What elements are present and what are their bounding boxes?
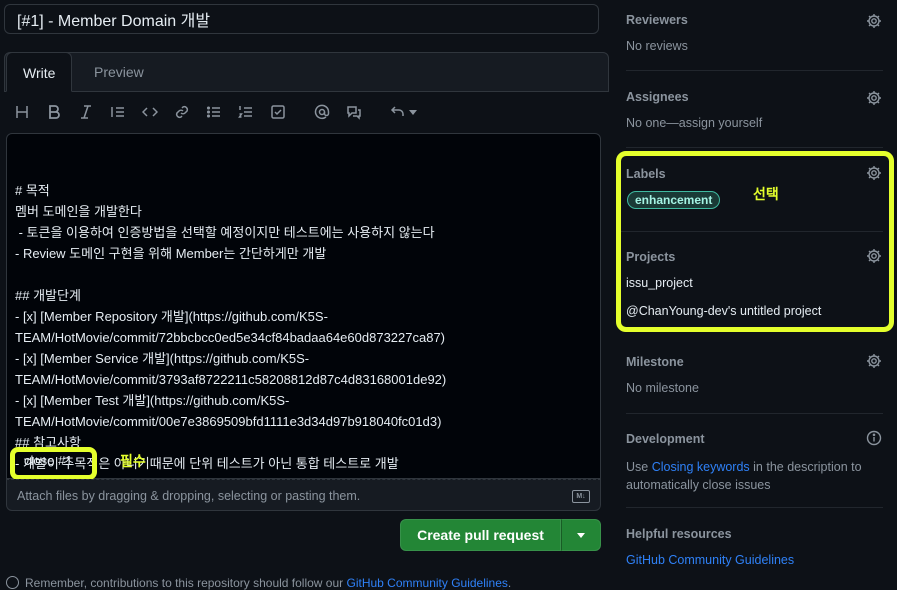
ordered-list-icon[interactable] [234,100,258,124]
sidebar-divider [626,70,883,71]
body-line: TEAM/HotMovie/commit/00e7e3869509bfd1111… [15,414,442,429]
link-icon[interactable] [170,100,194,124]
labels-heading: Labels [626,167,666,181]
chevron-down-icon [408,109,417,115]
info-icon [6,576,19,589]
annotation-required: 필수 [120,453,146,469]
milestone-heading: Milestone [626,355,684,369]
labels-gear-icon[interactable] [866,165,882,181]
sidebar-divider [626,147,883,148]
body-line: - [x] [Member Repository 개발](https://git… [15,309,328,324]
assignees-gear-icon[interactable] [866,90,882,106]
assignees-heading: Assignees [626,90,689,104]
undo-icon[interactable] [386,100,420,124]
sidebar-divider [621,231,883,232]
attach-files-bar[interactable]: Attach files by dragging & dropping, sel… [6,479,601,511]
mention-icon[interactable] [310,100,334,124]
markdown-toolbar [10,100,428,124]
community-guidelines-link[interactable]: GitHub Community Guidelines [626,553,794,567]
sidebar-divider [626,413,883,414]
quote-icon[interactable] [106,100,130,124]
sidebar-divider [626,507,883,508]
italic-icon[interactable] [74,100,98,124]
body-line: 멤버 도메인을 개발한다 [15,204,142,219]
development-text: Use Closing keywords in the description … [626,458,884,494]
task-list-icon[interactable] [266,100,290,124]
annotation-select: 선택 [753,186,779,202]
body-textarea[interactable]: # 목적멤버 도메인을 개발한다 - 토큰을 이용하여 인증방법을 선택할 예정… [6,133,601,479]
code-icon[interactable] [138,100,162,124]
reviewers-value: No reviews [626,39,688,53]
body-line: # 목적 [15,183,50,198]
project-item[interactable]: issu_project [626,276,693,290]
body-line: - 토큰을 이용하여 인증방법을 선택할 예정이지만 테스트에는 사용하지 않는… [15,225,435,240]
close-issue-line: close #1 [24,453,73,468]
projects-heading: Projects [626,250,676,264]
attach-hint: Attach files by dragging & dropping, sel… [17,489,361,503]
milestone-value: No milestone [626,381,699,395]
body-line: TEAM/HotMovie/commit/3793af8722211c58208… [15,372,447,387]
footer-note: Remember, contributions to this reposito… [6,576,511,590]
milestone-gear-icon[interactable] [866,353,882,369]
helpful-resources-heading: Helpful resources [626,527,732,541]
bold-icon[interactable] [42,100,66,124]
assignees-value[interactable]: No one—assign yourself [626,116,762,130]
project-item[interactable]: @ChanYoung-dev's untitled project [626,304,821,318]
body-line: - [x] [Member Service 개발](https://github… [15,351,310,366]
body-line [15,264,592,285]
body-line: - 개발이 주목적은 아니기때문에 단위 테스트가 아닌 통합 테스트로 개발 [15,456,399,471]
footer-guidelines-link[interactable]: GitHub Community Guidelines [347,576,508,590]
closing-keywords-link[interactable]: Closing keywords [652,460,750,474]
projects-gear-icon[interactable] [866,248,882,264]
footer-suffix: . [507,576,512,590]
body-line: TEAM/HotMovie/commit/72bbcbcc0ed5e34cf84… [15,330,446,345]
tab-write[interactable]: Write [6,52,73,92]
create-pull-request-button[interactable]: Create pull request [400,519,561,551]
label-enhancement[interactable]: enhancement [627,191,721,209]
body-line: - [x] [Member Test 개발](https://github.co… [15,393,290,408]
development-prefix: Use [626,460,652,474]
development-heading: Development [626,432,705,446]
chevron-down-icon [577,532,585,538]
title-input[interactable] [4,4,599,34]
heading-icon[interactable] [10,100,34,124]
reference-icon[interactable] [342,100,366,124]
unordered-list-icon[interactable] [202,100,226,124]
body-line: ## 개발단계 [15,288,81,303]
development-info-icon[interactable] [866,430,882,446]
body-line: - Review 도메인 구현을 위해 Member는 간단하게만 개발 [15,246,327,261]
tab-preview[interactable]: Preview [78,52,160,92]
markdown-icon[interactable]: M↓ [572,490,590,503]
reviewers-heading: Reviewers [626,13,688,27]
create-options-dropdown[interactable] [561,519,601,551]
reviewers-gear-icon[interactable] [866,13,882,29]
footer-prefix: Remember, contributions to this reposito… [25,576,347,590]
body-line: ## 참고사항 [15,435,81,450]
